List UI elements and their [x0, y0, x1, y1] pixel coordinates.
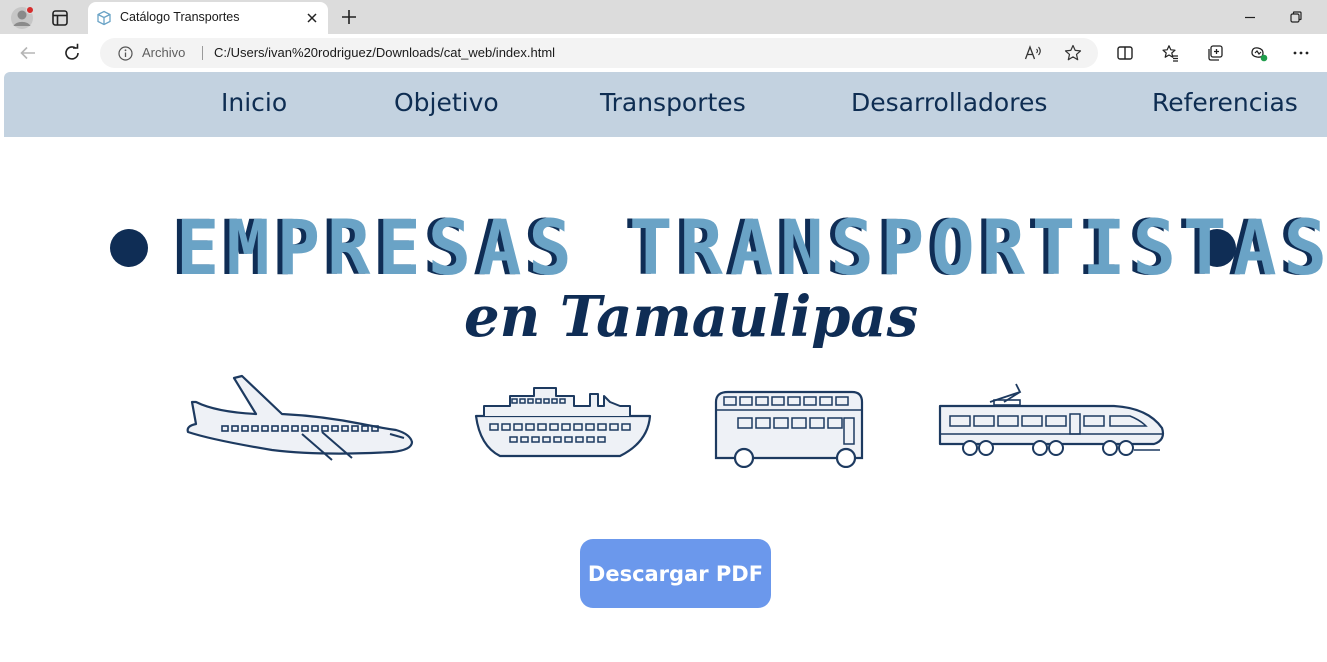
bullet-dot-left [110, 229, 148, 267]
collections-icon[interactable] [1206, 44, 1224, 62]
profile-icon[interactable] [10, 6, 34, 30]
copilot-icon[interactable] [1250, 44, 1268, 62]
tab-bar: Catálogo Transportes [0, 0, 1327, 34]
minimize-icon[interactable] [1242, 9, 1258, 25]
ship-icon [470, 382, 656, 467]
train-icon [934, 378, 1170, 469]
hero-subtitle: en Tamaulipas [464, 284, 919, 350]
nav-link-inicio[interactable]: Inicio [221, 88, 287, 117]
tab-title: Catálogo Transportes [120, 10, 240, 24]
info-icon[interactable] [118, 46, 133, 61]
nav-link-referencias[interactable]: Referencias [1152, 88, 1298, 117]
more-icon[interactable] [1292, 44, 1310, 62]
browser-toolbar: Archivo C:/Users/ivan%20rodriguez/Downlo… [0, 34, 1327, 72]
active-tab[interactable]: Catálogo Transportes [88, 2, 328, 34]
read-aloud-icon[interactable] [1024, 45, 1042, 61]
page-viewport: Inicio Objetivo Transportes Desarrollado… [4, 72, 1327, 662]
download-pdf-button[interactable]: Descargar PDF [580, 539, 771, 608]
split-screen-icon[interactable] [1116, 44, 1134, 62]
reload-icon[interactable] [62, 43, 82, 63]
restore-icon[interactable] [1288, 9, 1304, 25]
favicon-icon [96, 10, 112, 26]
address-url[interactable]: C:/Users/ivan%20rodriguez/Downloads/cat_… [214, 45, 555, 60]
plus-icon[interactable] [340, 8, 358, 26]
address-separator [202, 46, 203, 60]
nav-link-desarrolladores[interactable]: Desarrolladores [851, 88, 1047, 117]
airplane-icon [182, 372, 418, 467]
tabs-icon[interactable] [50, 8, 70, 28]
star-icon[interactable] [1064, 44, 1082, 62]
favorites-icon[interactable] [1161, 44, 1179, 62]
address-label: Archivo [142, 45, 186, 60]
address-bar[interactable]: Archivo C:/Users/ivan%20rodriguez/Downlo… [100, 38, 1098, 68]
bus-icon [710, 386, 868, 473]
site-nav: Inicio Objetivo Transportes Desarrollado… [4, 72, 1327, 137]
back-icon[interactable] [18, 43, 38, 63]
nav-link-transportes[interactable]: Transportes [600, 88, 746, 117]
close-icon[interactable] [304, 10, 320, 26]
hero-title: EMPRESAS TRANSPORTISTAS [176, 203, 1327, 293]
nav-link-objetivo[interactable]: Objetivo [394, 88, 499, 117]
